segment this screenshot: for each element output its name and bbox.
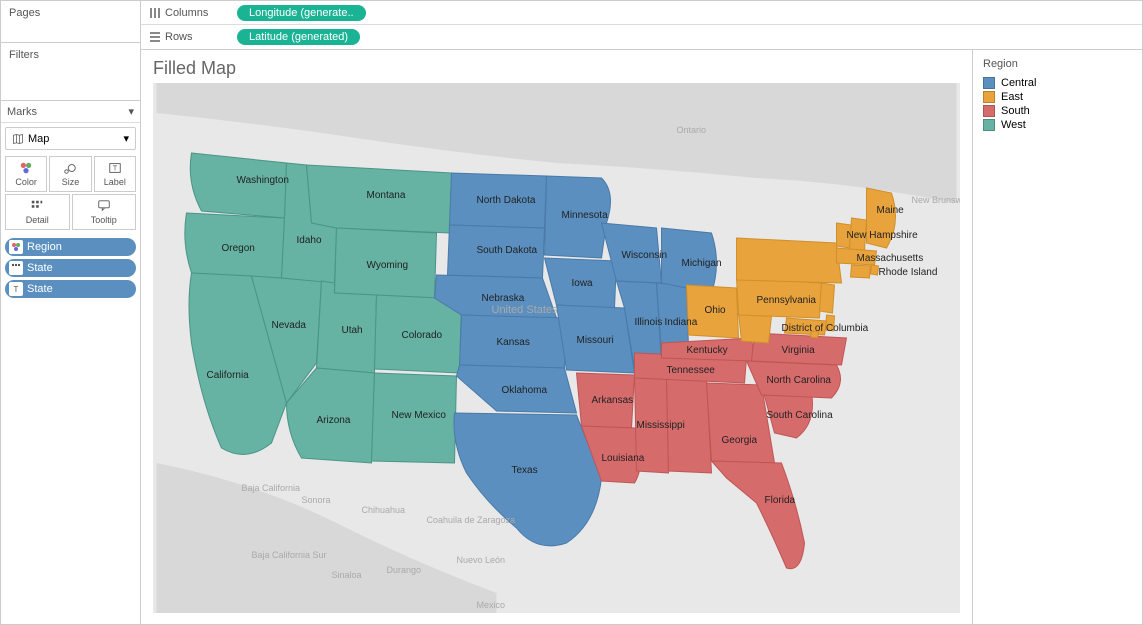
pages-shelf[interactable]: Pages (1, 1, 140, 43)
legend-swatch (983, 105, 995, 117)
shelves: Columns Longitude (generate.. Rows Latit… (141, 1, 1142, 50)
pill-state-detail[interactable]: State (5, 259, 136, 277)
columns-pill[interactable]: Longitude (generate.. (237, 5, 366, 21)
chevron-down-icon: ▾ (123, 132, 129, 145)
state-wyoming[interactable] (335, 228, 437, 298)
filters-label: Filters (9, 49, 39, 61)
state-mississippi[interactable] (635, 375, 669, 473)
pill-state-label[interactable]: T State (5, 280, 136, 298)
state-ohio[interactable] (687, 285, 739, 338)
state-kansas[interactable] (460, 315, 567, 368)
marks-pills: Region State T State (1, 234, 140, 302)
detail-icon (30, 199, 44, 213)
viz-title: Filled Map (153, 58, 960, 79)
state-newjersey[interactable] (820, 283, 835, 313)
pages-label: Pages (9, 7, 40, 19)
state-alabama[interactable] (667, 377, 712, 473)
label-icon: T (9, 282, 23, 296)
map-icon (12, 133, 24, 145)
legend-swatch (983, 77, 995, 89)
viz-main: Filled Map (141, 50, 972, 624)
state-newyork[interactable] (737, 238, 842, 283)
state-dc[interactable] (811, 331, 819, 338)
state-southdakota[interactable] (448, 225, 545, 278)
pill-region[interactable]: Region (5, 238, 136, 256)
legend-swatch (983, 91, 995, 103)
tooltip-button[interactable]: Tooltip (72, 194, 137, 230)
color-icon (9, 240, 23, 254)
rows-shelf[interactable]: Rows Latitude (generated) (141, 25, 1142, 49)
state-oregon[interactable] (185, 213, 285, 278)
state-newhampshire[interactable] (850, 218, 867, 251)
color-icon (19, 161, 33, 175)
state-arkansas[interactable] (577, 373, 635, 428)
left-panel: Pages Filters Marks ▾ Map ▾ Color (1, 1, 141, 624)
detail-button[interactable]: Detail (5, 194, 70, 230)
state-rhodeisland[interactable] (871, 265, 879, 275)
columns-icon (149, 7, 161, 19)
label-icon: T (108, 161, 122, 175)
label-button[interactable]: T Label (94, 156, 136, 192)
state-iowa[interactable] (545, 258, 617, 308)
legend-panel: Region Central East South West (972, 50, 1142, 624)
svg-text:T: T (14, 285, 19, 294)
us-map: Washington Oregon California Nevada Idah… (153, 83, 960, 613)
legend-item-south[interactable]: South (979, 104, 1136, 118)
state-massachusetts[interactable] (837, 248, 877, 265)
legend-item-central[interactable]: Central (979, 76, 1136, 90)
size-icon (63, 161, 77, 175)
state-newmexico[interactable] (372, 373, 457, 463)
state-michigan[interactable] (662, 228, 717, 293)
state-minnesota[interactable] (545, 176, 611, 258)
state-missouri[interactable] (557, 305, 635, 373)
state-maryland[interactable] (785, 318, 827, 335)
state-maine[interactable] (867, 188, 896, 248)
state-pennsylvania[interactable] (737, 278, 822, 318)
state-northcarolina[interactable] (747, 361, 841, 398)
state-westvirginia[interactable] (739, 313, 772, 343)
tooltip-icon (97, 199, 111, 213)
state-washington[interactable] (190, 153, 286, 218)
rows-pill[interactable]: Latitude (generated) (237, 29, 360, 45)
legend-title: Region (979, 56, 1136, 72)
state-montana[interactable] (307, 165, 452, 233)
state-delaware[interactable] (826, 315, 835, 331)
svg-text:T: T (113, 166, 118, 173)
marks-card: Marks ▾ Map ▾ Color Size T Label (1, 101, 140, 624)
filters-shelf[interactable]: Filters (1, 43, 140, 101)
main-area: Columns Longitude (generate.. Rows Latit… (141, 1, 1142, 624)
marks-header[interactable]: Marks ▾ (1, 101, 140, 123)
state-vermont[interactable] (837, 223, 852, 248)
marks-type-select[interactable]: Map ▾ (5, 127, 136, 150)
size-button[interactable]: Size (49, 156, 91, 192)
rows-icon (149, 31, 161, 43)
color-button[interactable]: Color (5, 156, 47, 192)
state-northdakota[interactable] (450, 173, 547, 228)
legend-item-west[interactable]: West (979, 118, 1136, 132)
columns-shelf[interactable]: Columns Longitude (generate.. (141, 1, 1142, 25)
state-utah[interactable] (317, 281, 377, 373)
chevron-down-icon: ▾ (128, 105, 134, 118)
detail-icon (9, 261, 23, 275)
map-view[interactable]: Washington Oregon California Nevada Idah… (153, 83, 960, 613)
state-connecticut[interactable] (851, 265, 871, 278)
legend-swatch (983, 119, 995, 131)
legend-item-east[interactable]: East (979, 90, 1136, 104)
